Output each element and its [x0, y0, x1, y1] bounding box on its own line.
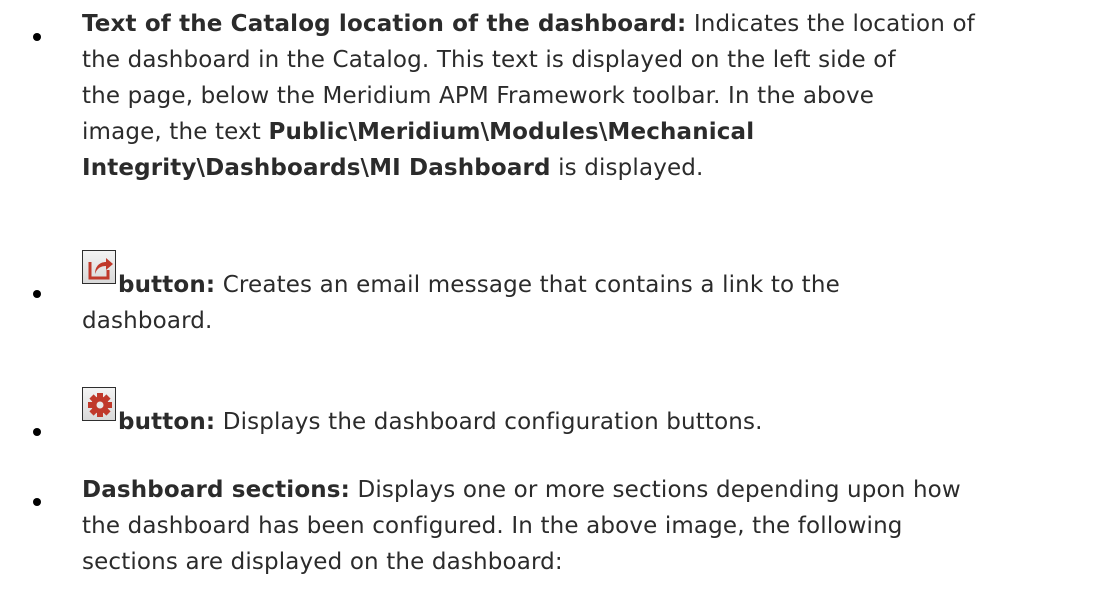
item-term: Dashboard sections: — [82, 477, 350, 503]
bullet — [33, 33, 41, 41]
item-description: Displays the dashboard configuration but… — [215, 409, 763, 435]
share-icon — [88, 258, 113, 280]
item-text: dashboard. — [82, 303, 1112, 339]
catalog-path: Integrity\Dashboards\MI Dashboard — [82, 155, 551, 181]
item-term: button: — [118, 272, 216, 298]
item-description-line: sections are displayed on the dashboard: — [82, 549, 563, 575]
item-description-line: dashboard. — [82, 308, 213, 334]
item-description: Indicates the location of — [686, 11, 975, 37]
item-text: button: Creates an email message that co… — [118, 267, 1119, 303]
item-description: Displays one or more sections depending … — [350, 477, 961, 503]
item-description-line: the dashboard has been configured. In th… — [82, 513, 903, 539]
item-description-line: the dashboard in the Catalog. This text … — [82, 47, 896, 73]
item-description-line: image, the text — [82, 119, 269, 145]
item-description-line: is displayed. — [550, 155, 704, 181]
item-description: Creates an email message that contains a… — [215, 272, 840, 298]
item-description-line: the page, below the Meridium APM Framewo… — [82, 83, 875, 109]
configuration-button-image — [82, 387, 116, 421]
share-button-image — [82, 250, 116, 284]
bullet — [33, 290, 41, 298]
catalog-path: Public\Meridium\Modules\Mechanical — [268, 119, 755, 145]
item-text: Text of the Catalog location of the dash… — [82, 6, 1112, 186]
bullet — [33, 498, 41, 506]
item-term: button: — [118, 409, 216, 435]
documentation-page: Text of the Catalog location of the dash… — [0, 0, 1119, 612]
gear-icon — [88, 393, 112, 417]
item-text: Dashboard sections: Displays one or more… — [82, 472, 1112, 580]
item-text: button: Displays the dashboard configura… — [118, 404, 1119, 440]
bullet — [33, 428, 41, 436]
item-term: Text of the Catalog location of the dash… — [82, 11, 687, 37]
